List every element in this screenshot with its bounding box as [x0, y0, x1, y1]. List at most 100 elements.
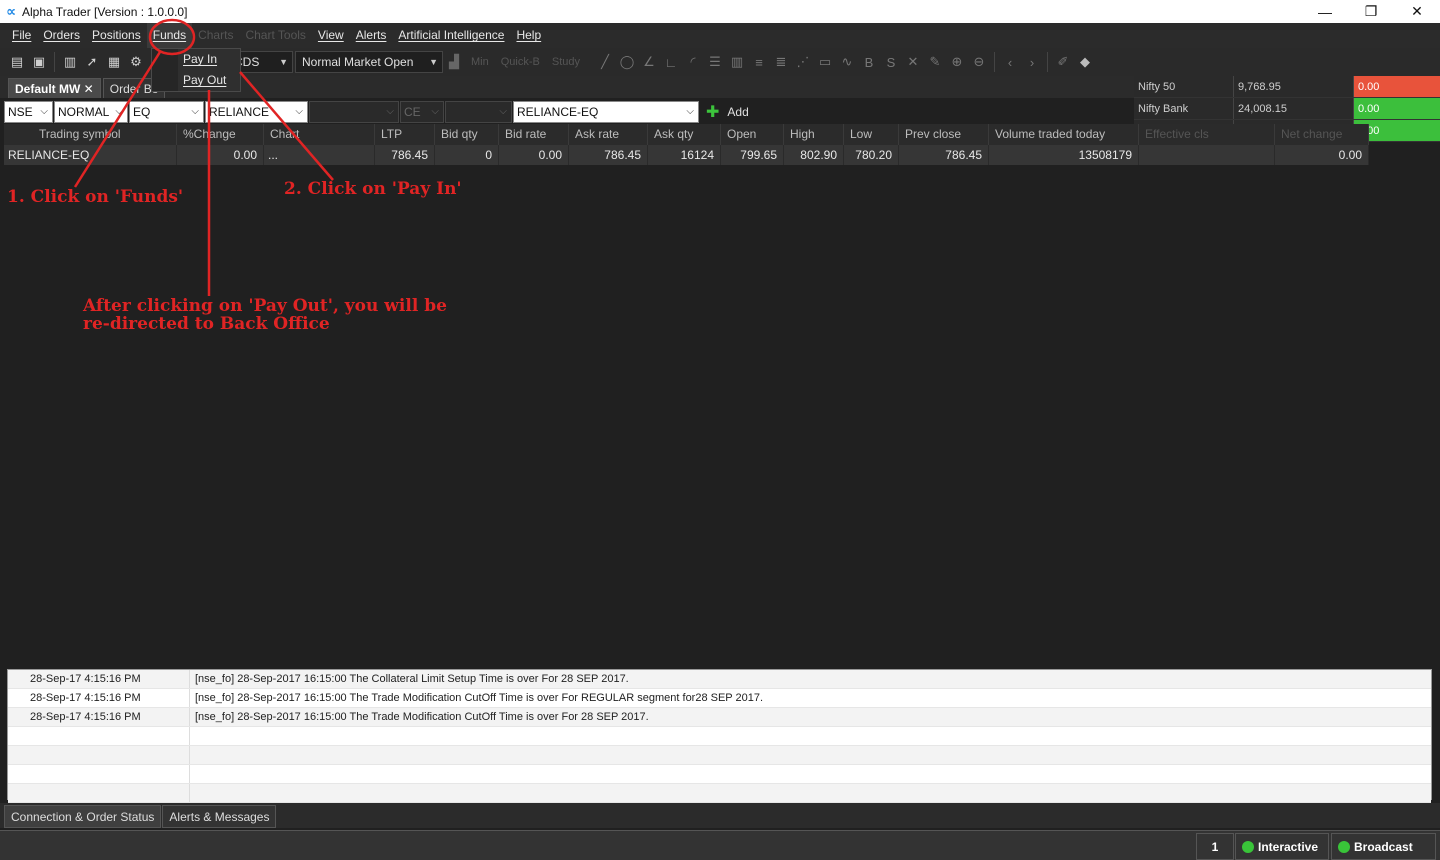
message-row: 28-Sep-17 4:15:16 PM [nse_fo] 28-Sep-2017…: [8, 689, 1431, 708]
zoom-out-icon: ⊖: [973, 54, 985, 69]
menu-chart-tools: Chart Tools: [245, 28, 306, 42]
column-header[interactable]: Prev close: [899, 124, 989, 145]
eraser-icon: ◆: [1080, 54, 1090, 69]
expiry-select: ⌵: [309, 101, 399, 123]
ellipse-tool-icon: ◯: [619, 54, 635, 69]
minimize-icon[interactable]: —: [1302, 0, 1348, 23]
tab-connection-order-status[interactable]: Connection & Order Status: [4, 805, 162, 828]
channel2-tool-icon: ≣: [775, 54, 787, 69]
status-count: 1: [1196, 833, 1234, 860]
table-cell: ...: [264, 145, 375, 165]
column-header[interactable]: Effective cls: [1139, 124, 1275, 145]
new-window-icon[interactable]: ▤: [6, 52, 28, 72]
status-bar: 1 Interactive Broadcast: [0, 830, 1440, 860]
close-icon[interactable]: ✕: [1394, 0, 1440, 23]
message-time: [8, 765, 190, 783]
angle-tool-icon: ∠: [643, 54, 655, 69]
angle2-tool-icon: ∟: [664, 54, 678, 70]
menu-alerts[interactable]: Alerts: [350, 23, 393, 48]
menu-view[interactable]: View: [312, 23, 350, 48]
wave-tool-icon: ∿: [841, 54, 853, 69]
app-logo-icon: ∝: [6, 3, 16, 19]
column-header[interactable]: %Change: [177, 124, 264, 145]
instrument-type-select[interactable]: NORMAL ⌵: [54, 101, 128, 123]
tab-label: Default MW: [15, 82, 81, 96]
table-cell: 0.00: [499, 145, 569, 165]
chevron-down-icon: ⌵: [191, 106, 199, 117]
toolbar-separator: [1047, 52, 1048, 72]
sell-tool-icon: S: [886, 54, 896, 70]
annotation-step1: 1. Click on 'Funds': [7, 187, 184, 207]
rocket-icon[interactable]: ➚: [81, 52, 103, 72]
line-tool-icon: ╱: [601, 54, 609, 69]
message-row: [8, 765, 1431, 784]
message-text: [nse_fo] 28-Sep-2017 16:15:00 The Trade …: [195, 692, 764, 704]
table-cell: 786.45: [375, 145, 435, 165]
series-select[interactable]: EQ ⌵: [129, 101, 204, 123]
edit-icon: ✐: [1057, 54, 1069, 69]
menu-file[interactable]: File: [6, 23, 37, 48]
book-icon[interactable]: ▦: [103, 52, 125, 72]
contract-select[interactable]: RELIANCE-EQ ⌵: [513, 101, 699, 123]
rectangle-tool-icon: ▭: [818, 54, 832, 69]
table-cell: 13508179: [989, 145, 1139, 165]
tab-default-mw[interactable]: Default MW ✕: [8, 78, 101, 98]
chevron-down-icon: ⌵: [295, 106, 303, 117]
window-controls: — ❐ ✕: [1302, 0, 1440, 23]
tab-alerts-messages[interactable]: Alerts & Messages: [162, 805, 277, 828]
add-scrip-button[interactable]: ✚ Add: [706, 102, 749, 122]
symbol-select[interactable]: RELIANCE ⌵: [205, 101, 308, 123]
title-bar: ∝ Alpha Trader [Version : 1.0.0.0] — ❐ ✕: [0, 0, 1440, 23]
settings-icon[interactable]: ⚙: [125, 52, 147, 72]
bars-tool-icon: ▥: [730, 54, 744, 69]
exchange-select[interactable]: NSE ⌵: [4, 101, 53, 123]
column-header[interactable]: Volume traded today: [989, 124, 1139, 145]
column-header[interactable]: Bid qty: [435, 124, 499, 145]
index-name: Nifty Bank: [1134, 98, 1234, 119]
table-cell: 786.45: [569, 145, 648, 165]
menu-help[interactable]: Help: [510, 23, 547, 48]
column-header[interactable]: Ask rate: [569, 124, 648, 145]
chevron-left-icon: ‹: [1007, 54, 1013, 70]
message-time: [8, 746, 190, 764]
close-icon[interactable]: ✕: [84, 82, 94, 96]
table-row[interactable]: RELIANCE-EQ 0.00... 786.45 0 0.00 786.45 16124…: [4, 145, 1380, 165]
chevron-down-icon: ⌵: [386, 106, 394, 117]
instrument-type-value: NORMAL: [58, 105, 110, 119]
column-header[interactable]: Net change: [1275, 124, 1369, 145]
annotation-payout-line1: After clicking on 'Pay Out', you will be: [83, 296, 447, 316]
menu-positions[interactable]: Positions: [86, 23, 147, 48]
chevron-down-icon: ▼: [429, 57, 438, 67]
table-cell: 16124: [648, 145, 721, 165]
message-row: [8, 784, 1431, 803]
column-header[interactable]: Trading symbol: [4, 124, 177, 145]
column-header[interactable]: Chart: [264, 124, 375, 145]
menu-funds[interactable]: Funds: [146, 23, 193, 48]
column-header[interactable]: High: [784, 124, 844, 145]
annotation-payout-line2: re-directed to Back Office: [83, 314, 330, 334]
broadcast-status: Broadcast: [1331, 833, 1436, 860]
toolbar-separator: [994, 52, 995, 72]
column-header[interactable]: Low: [844, 124, 899, 145]
save-icon[interactable]: ▣: [28, 52, 50, 72]
column-header[interactable]: Ask qty: [648, 124, 721, 145]
chevron-down-icon: ⌵: [686, 106, 694, 117]
connected-status-icon: [1338, 840, 1350, 853]
chart-icon[interactable]: ▥: [59, 52, 81, 72]
restore-icon[interactable]: ❐: [1348, 0, 1394, 23]
table-cell: 0: [435, 145, 499, 165]
column-header[interactable]: Open: [721, 124, 784, 145]
menu-orders[interactable]: Orders: [37, 23, 86, 48]
index-change: 0.00: [1354, 98, 1440, 119]
dropdown-icon-gutter: [152, 49, 178, 91]
table-cell: 799.65: [721, 145, 784, 165]
table-cell: 786.45: [899, 145, 989, 165]
column-header[interactable]: Bid rate: [499, 124, 569, 145]
column-header[interactable]: LTP: [375, 124, 435, 145]
table-cell: 780.20: [844, 145, 899, 165]
market-status-value: Normal Market Open: [302, 55, 414, 69]
window-title: Alpha Trader [Version : 1.0.0.0]: [22, 4, 188, 19]
market-status-select[interactable]: Normal Market Open ▼: [295, 51, 443, 73]
chevron-right-icon: ›: [1029, 54, 1035, 70]
menu-artificial-intelligence[interactable]: Artificial Intelligence: [392, 23, 510, 48]
